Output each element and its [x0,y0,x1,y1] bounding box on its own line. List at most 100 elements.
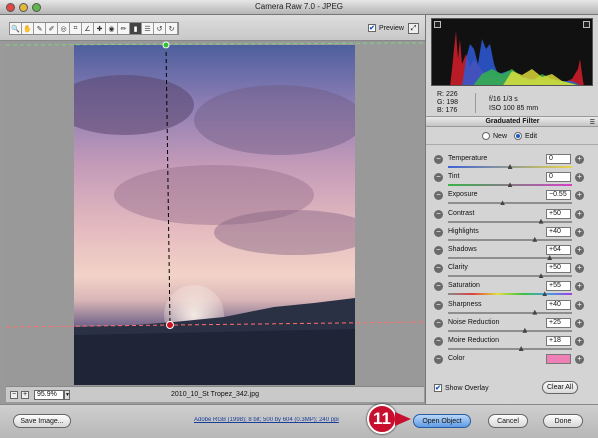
tint-plus-button[interactable]: + [575,173,584,183]
color-minus-button[interactable]: − [434,355,443,364]
tint-value-field[interactable]: 0 [546,172,571,183]
saturation-slider-track[interactable] [448,293,572,296]
clarity-value-field[interactable]: +50 [546,263,571,274]
white-balance-tool-icon[interactable]: ✎ [34,23,46,34]
shadows-minus-button[interactable]: − [434,246,443,255]
zoom-tool-icon[interactable]: 🔍 [10,23,22,34]
moire-reduction-plus-button[interactable]: + [575,337,584,346]
color-row: − Color + [426,353,598,371]
sharpness-slider-track[interactable] [448,311,572,314]
spot-removal-tool-icon[interactable]: ✚ [94,23,106,34]
contrast-slider-track[interactable] [448,220,572,223]
filter-start-pin[interactable] [162,41,170,49]
graduated-filter-overlay[interactable] [6,41,424,386]
file-name: 2010_10_St Tropez_342.jpg [171,391,259,398]
save-image-button[interactable]: Save Image... [13,414,71,428]
camera-settings: f/16 1/3 s ISO 100 85 mm [489,95,538,113]
targeted-adjustment-tool-icon[interactable]: ◎ [58,23,70,34]
noise-reduction-slider-track[interactable] [448,329,572,332]
shadows-value-field[interactable]: +64 [546,245,571,255]
clarity-slider-track[interactable] [448,275,572,278]
show-overlay-checkbox[interactable]: ✔ [434,384,442,392]
dialog-footer: Save Image... Adobe RGB (1998); 8 bit; 5… [0,404,598,438]
clarity-minus-button[interactable]: − [434,264,443,274]
radio-edit[interactable] [514,132,522,140]
image-canvas[interactable] [6,41,424,386]
cancel-button[interactable]: Cancel [488,414,528,428]
highlights-slider-track[interactable] [448,238,572,241]
moire-reduction-minus-button[interactable]: − [434,337,443,346]
sharpness-value-field[interactable]: +40 [546,299,571,310]
histogram [431,18,593,86]
filter-start-line[interactable] [6,42,424,46]
temperature-minus-button[interactable]: − [434,155,443,164]
exposure-plus-button[interactable]: + [575,191,584,201]
noise-reduction-minus-button[interactable]: − [434,318,443,328]
iso-focal: ISO 100 85 mm [489,105,539,112]
preview-checkbox[interactable]: ✔ [368,24,376,32]
exposure-minus-button[interactable]: − [434,191,443,201]
contrast-value-field[interactable]: +50 [546,208,571,219]
open-object-button[interactable]: Open Object [413,414,471,428]
highlights-plus-button[interactable]: + [575,227,584,237]
filter-center-line[interactable] [165,44,171,326]
temperature-row: − Temperature 0 + [426,153,598,171]
clarity-plus-button[interactable]: + [575,264,584,274]
saturation-plus-button[interactable]: + [575,282,584,292]
contrast-plus-button[interactable]: + [575,209,584,219]
saturation-value-field[interactable]: +55 [546,281,571,292]
temperature-value-field[interactable]: 0 [546,154,571,164]
highlights-value-field[interactable]: +40 [546,226,571,237]
graduated-filter-tool-icon[interactable]: ▮ [130,23,142,34]
tint-row: − Tint 0 + [426,171,598,189]
show-overlay-toggle[interactable]: ✔ Show Overlay [434,384,489,392]
shadows-label: Shadows [448,246,477,253]
exposure-value-field[interactable]: −0.55 [546,190,571,201]
hand-tool-icon[interactable]: ✋ [22,23,34,34]
mode-edit-radio[interactable]: Edit [514,132,537,140]
straighten-tool-icon[interactable]: ∠ [82,23,94,34]
moire-reduction-row: − Moire Reduction +18 + [426,335,598,353]
noise-reduction-value-field[interactable]: +25 [546,317,571,328]
color-label: Color [448,355,465,362]
temperature-plus-button[interactable]: + [575,155,584,164]
clarity-row: − Clarity +50 + [426,262,598,280]
highlights-row: − Highlights +40 + [426,226,598,244]
color-sampler-tool-icon[interactable]: ✐ [46,23,58,34]
rotate-right-tool-icon[interactable]: ↻ [166,23,178,34]
done-button[interactable]: Done [543,414,583,428]
adjustment-brush-tool-icon[interactable]: ✏ [118,23,130,34]
rotate-left-tool-icon[interactable]: ↺ [154,23,166,34]
filter-end-line[interactable] [6,321,424,328]
shadows-slider-track[interactable] [448,257,572,259]
exposure-slider-track[interactable] [448,202,572,205]
sharpness-row: − Sharpness +40 + [426,299,598,317]
preview-toggle[interactable]: ✔ Preview [368,24,404,32]
noise-reduction-plus-button[interactable]: + [575,318,584,328]
rgb-readout: R: 226 G: 198 B: 176 [437,91,458,115]
contrast-row: − Contrast +50 + [426,208,598,226]
sharpness-minus-button[interactable]: − [434,300,443,310]
tint-minus-button[interactable]: − [434,173,443,183]
highlights-minus-button[interactable]: − [434,227,443,237]
moire-reduction-slider-track[interactable] [448,348,572,350]
mode-new-radio[interactable]: New [482,132,507,140]
window-title: Camera Raw 7.0 - JPEG [254,2,344,11]
filter-end-pin[interactable] [166,321,174,329]
color-plus-button[interactable]: + [575,355,584,364]
red-eye-tool-icon[interactable]: ◉ [106,23,118,34]
color-swatch[interactable] [546,354,571,364]
preferences-tool-icon[interactable]: ☰ [142,23,154,34]
contrast-label: Contrast [448,209,475,217]
shadows-plus-button[interactable]: + [575,246,584,255]
workflow-options-link[interactable]: Adobe RGB (1998); 8 bit; 500 by 604 (0.3… [194,417,370,423]
contrast-minus-button[interactable]: − [434,209,443,219]
clear-all-button[interactable]: Clear All [542,381,578,394]
saturation-minus-button[interactable]: − [434,282,443,292]
step-callout-badge: 11 [367,404,397,434]
radio-new[interactable] [482,132,490,140]
crop-tool-icon[interactable]: ⌗ [70,23,82,34]
moire-reduction-value-field[interactable]: +18 [546,336,571,346]
fullscreen-icon[interactable]: ⤢ [408,23,419,34]
sharpness-plus-button[interactable]: + [575,300,584,310]
